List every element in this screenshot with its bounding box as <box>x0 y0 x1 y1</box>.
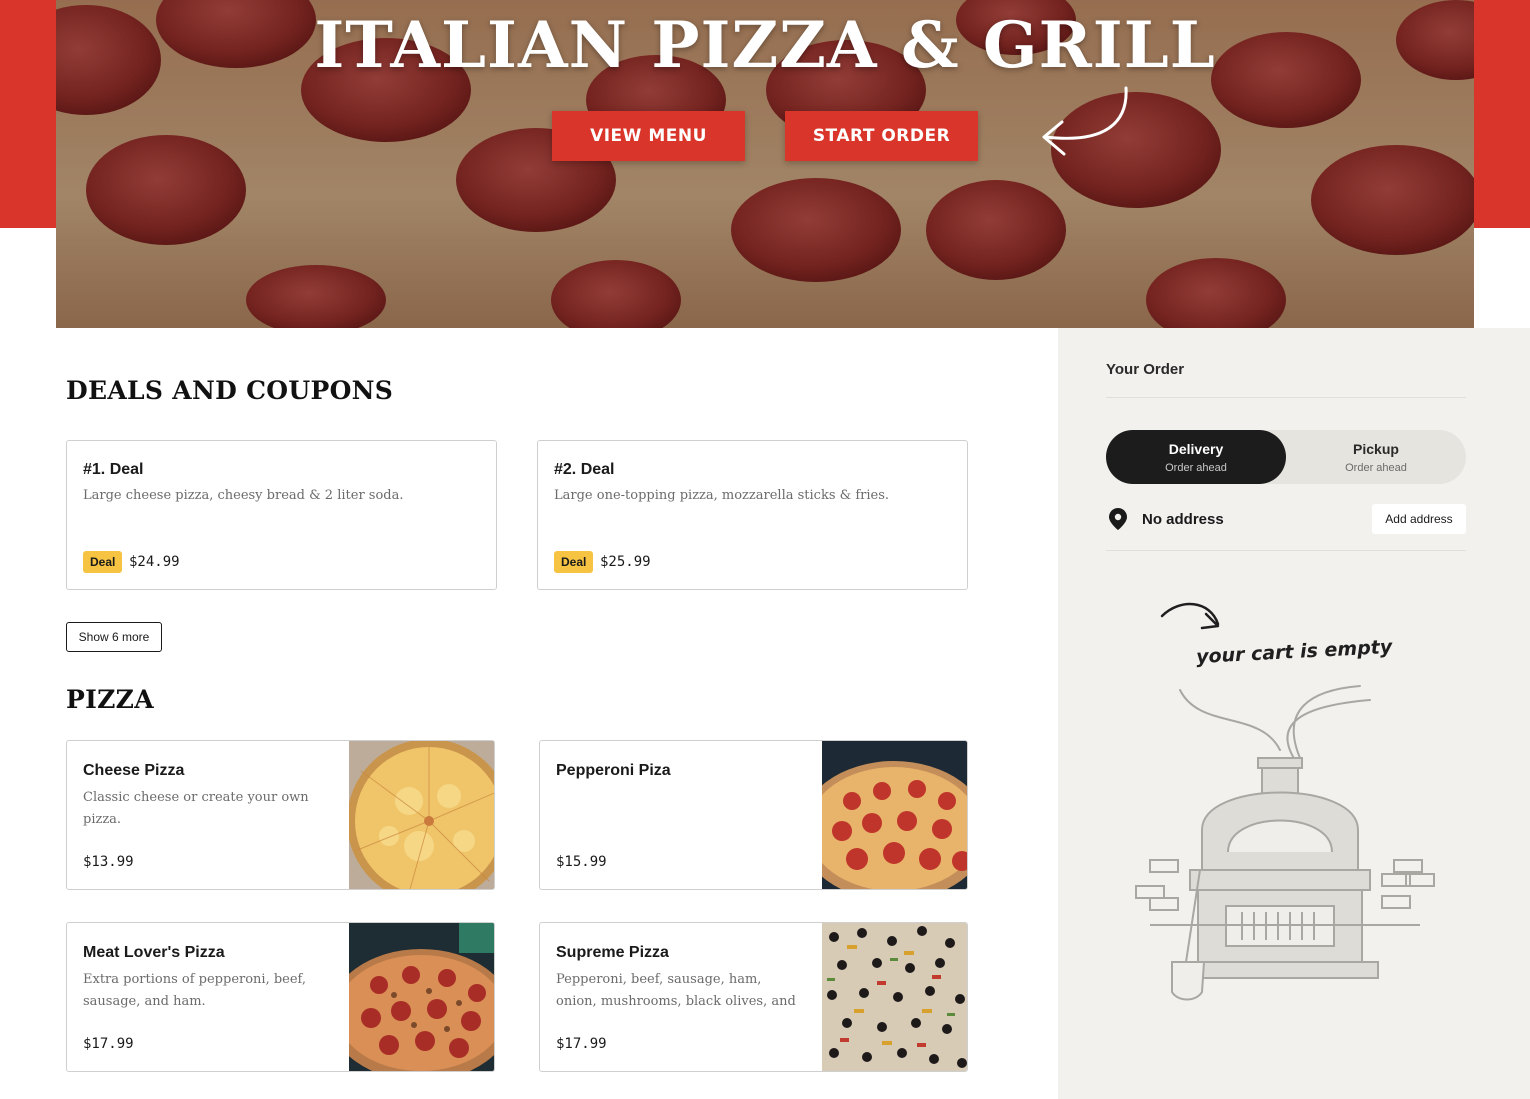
address-row: No address Add address <box>1106 504 1466 534</box>
cheese-pizza-photo <box>349 741 494 889</box>
view-menu-button[interactable]: VIEW MENU <box>552 111 745 161</box>
menu-item-name: Supreme Pizza <box>556 944 669 961</box>
hero-banner: ITALIAN PIZZA & GRILL VIEW MENU START OR… <box>56 0 1474 328</box>
menu-item-name: Pepperoni Piza <box>556 762 671 779</box>
pickup-option[interactable]: Pickup Order ahead <box>1286 430 1466 484</box>
menu-item-price: $13.99 <box>83 854 134 870</box>
menu-item-price: $15.99 <box>556 854 607 870</box>
deal-name: #1. Deal <box>83 461 144 478</box>
curved-arrow-icon <box>1042 86 1128 156</box>
menu-item-price: $17.99 <box>556 1036 607 1052</box>
location-pin-icon <box>1109 508 1127 530</box>
pickup-sublabel: Order ahead <box>1345 461 1407 474</box>
delivery-label: Delivery <box>1168 440 1224 457</box>
menu-item-card[interactable]: Cheese Pizza Classic cheese or create yo… <box>66 740 495 890</box>
menu-item-card[interactable]: Meat Lover's Pizza Extra portions of pep… <box>66 922 495 1072</box>
menu-item-description: Extra portions of pepperoni, beef, sausa… <box>83 972 307 1009</box>
menu-item-card[interactable]: Supreme Pizza Pepperoni, beef, sausage, … <box>539 922 968 1072</box>
divider <box>1106 397 1466 398</box>
order-title: Your Order <box>1106 361 1185 378</box>
divider <box>1106 550 1466 551</box>
pickup-label: Pickup <box>1353 440 1399 457</box>
menu-item-name: Cheese Pizza <box>83 762 185 779</box>
fulfillment-toggle: Delivery Order ahead Pickup Order ahead <box>1106 430 1466 484</box>
restaurant-name: ITALIAN PIZZA & GRILL <box>314 8 1216 83</box>
deal-name: #2. Deal <box>554 461 615 478</box>
deal-card[interactable]: #1. Deal Large cheese pizza, cheesy brea… <box>66 440 497 590</box>
menu-item-description: Classic cheese or create your own pizza. <box>83 790 309 827</box>
deal-description: Large cheese pizza, cheesy bread & 2 lit… <box>83 488 404 503</box>
pizza-section-title: PIZZA <box>66 685 154 714</box>
add-address-button[interactable]: Add address <box>1372 504 1466 534</box>
deal-description: Large one-topping pizza, mozzarella stic… <box>554 488 890 503</box>
delivery-option[interactable]: Delivery Order ahead <box>1106 430 1286 484</box>
deals-section-title: DEALS AND COUPONS <box>66 376 394 405</box>
show-more-deals-button[interactable]: Show 6 more <box>66 622 162 652</box>
menu-item-description: Pepperoni, beef, sausage, ham, onion, mu… <box>556 972 796 1009</box>
start-order-button[interactable]: START ORDER <box>785 111 978 161</box>
meat-lovers-pizza-photo <box>349 923 494 1071</box>
menu-item-card[interactable]: Pepperoni Piza $15.99 <box>539 740 968 890</box>
address-label: No address <box>1142 511 1224 528</box>
delivery-sublabel: Order ahead <box>1165 461 1227 474</box>
deal-card[interactable]: #2. Deal Large one-topping pizza, mozzar… <box>537 440 968 590</box>
menu-item-name: Meat Lover's Pizza <box>83 944 225 961</box>
deal-badge: Deal <box>83 551 123 573</box>
menu-item-price: $17.99 <box>83 1036 134 1052</box>
supreme-pizza-photo <box>822 923 967 1071</box>
order-sidebar: Your Order Delivery Order ahead Pickup O… <box>1058 328 1530 1099</box>
deal-badge: Deal <box>554 551 594 573</box>
deal-price: $24.99 <box>129 554 180 570</box>
pepperoni-pizza-photo <box>822 741 967 889</box>
deal-price: $25.99 <box>600 554 651 570</box>
